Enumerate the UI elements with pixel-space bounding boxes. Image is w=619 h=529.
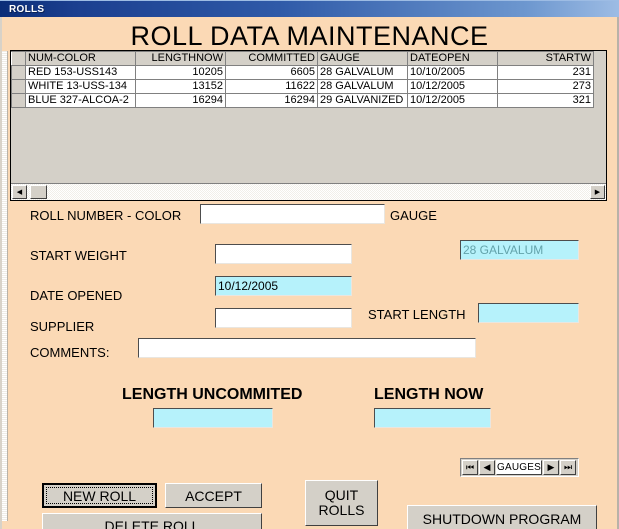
- table-row[interactable]: RED 153-USS143 10205 6605 28 GALVALUM 10…: [11, 65, 594, 80]
- nav-last-icon[interactable]: ⏭: [560, 460, 576, 475]
- scroll-right-arrow-icon[interactable]: ▶: [590, 185, 605, 199]
- start-weight-input[interactable]: [215, 244, 352, 264]
- roll-detail-form: ROLL NUMBER - COLOR GAUGE START WEIGHT D…: [10, 203, 607, 529]
- shutdown-program-button[interactable]: SHUTDOWN PROGRAM: [407, 505, 597, 529]
- new-roll-button[interactable]: NEW ROLL: [42, 483, 157, 508]
- row-selector[interactable]: [11, 93, 26, 108]
- cell-gauge[interactable]: 29 GALVANIZED: [317, 93, 408, 108]
- scrollbar-thumb[interactable]: [30, 185, 47, 199]
- window-titlebar[interactable]: ROLLS: [0, 0, 619, 17]
- cell-lengthnow[interactable]: 16294: [135, 93, 226, 108]
- quit-rolls-button[interactable]: QUIT ROLLS: [305, 480, 378, 526]
- new-roll-button-label: NEW ROLL: [62, 487, 137, 504]
- comments-label: COMMENTS:: [30, 345, 110, 360]
- gauge-display-field: [460, 240, 579, 260]
- cell-startweight[interactable]: 231: [497, 65, 594, 80]
- column-header-gauge[interactable]: GAUGE: [317, 51, 408, 66]
- row-selector-header: [11, 51, 26, 66]
- start-length-label: START LENGTH: [368, 307, 466, 322]
- supplier-label: SUPPLIER: [30, 319, 95, 334]
- page-title: ROLL DATA MAINTENANCE: [130, 21, 489, 51]
- comments-input[interactable]: [138, 338, 476, 358]
- accept-button-label: ACCEPT: [185, 487, 242, 504]
- cell-gauge[interactable]: 28 GALVALUM: [317, 65, 408, 80]
- row-selector[interactable]: [11, 65, 26, 80]
- column-header-dateopen[interactable]: DATEOPEN: [407, 51, 498, 66]
- cell-dateopen[interactable]: 10/12/2005: [407, 93, 498, 108]
- rolls-table: NUM-COLOR LENGTHNOW COMMITTED GAUGE DATE…: [11, 51, 594, 108]
- cell-dateopen[interactable]: 10/12/2005: [407, 79, 498, 94]
- accept-button[interactable]: ACCEPT: [165, 483, 262, 508]
- cell-committed[interactable]: 11622: [225, 79, 318, 94]
- nav-first-icon[interactable]: ⏮: [462, 460, 478, 475]
- cell-lengthnow[interactable]: 10205: [135, 65, 226, 80]
- grid-scroll-viewport: NUM-COLOR LENGTHNOW COMMITTED GAUGE DATE…: [11, 51, 606, 183]
- quit-rolls-button-label-line2: ROLLS: [318, 502, 365, 518]
- column-header-committed[interactable]: COMMITTED: [225, 51, 318, 66]
- cell-num-color[interactable]: RED 153-USS143: [25, 65, 136, 80]
- cell-startweight[interactable]: 273: [497, 79, 594, 94]
- cell-lengthnow[interactable]: 13152: [135, 79, 226, 94]
- window-title: ROLLS: [9, 3, 45, 15]
- nav-next-icon[interactable]: ▶: [543, 460, 559, 475]
- length-uncommited-label: LENGTH UNCOMMITED: [122, 386, 303, 403]
- outer-vertical-scrollbar[interactable]: [2, 51, 8, 521]
- delete-roll-button[interactable]: DELETE ROLL: [42, 513, 262, 529]
- grid-horizontal-scrollbar[interactable]: ◀ ▶: [11, 183, 606, 200]
- start-weight-label: START WEIGHT: [30, 248, 127, 263]
- column-header-lengthnow[interactable]: LENGTHNOW: [135, 51, 226, 66]
- cell-committed[interactable]: 6605: [225, 65, 318, 80]
- shutdown-program-button-label: SHUTDOWN PROGRAM: [422, 510, 582, 527]
- column-header-num-color[interactable]: NUM-COLOR: [25, 51, 136, 66]
- cell-gauge[interactable]: 28 GALVALUM: [317, 79, 408, 94]
- table-row[interactable]: WHITE 13-USS-134 13152 11622 28 GALVALUM…: [11, 79, 594, 94]
- gauges-navigator: ⏮ ◀ GAUGES ▶ ⏭: [460, 458, 579, 477]
- cell-num-color[interactable]: WHITE 13-USS-134: [25, 79, 136, 94]
- cell-num-color[interactable]: BLUE 327-ALCOA-2: [25, 93, 136, 108]
- cell-startweight[interactable]: 321: [497, 93, 594, 108]
- date-opened-label: DATE OPENED: [30, 288, 123, 303]
- gauge-label: GAUGE: [390, 208, 437, 223]
- nav-prev-icon[interactable]: ◀: [479, 460, 495, 475]
- nav-title: GAUGES: [496, 460, 542, 475]
- roll-number-color-label: ROLL NUMBER - COLOR: [30, 208, 182, 223]
- scroll-left-arrow-icon[interactable]: ◀: [12, 185, 27, 199]
- table-header-row: NUM-COLOR LENGTHNOW COMMITTED GAUGE DATE…: [11, 51, 594, 66]
- supplier-input[interactable]: [215, 308, 352, 328]
- cell-committed[interactable]: 16294: [225, 93, 318, 108]
- row-selector[interactable]: [11, 79, 26, 94]
- delete-roll-button-label: DELETE ROLL: [104, 517, 200, 529]
- column-header-startweight[interactable]: STARTW: [497, 51, 594, 66]
- length-uncommited-field: [153, 408, 273, 428]
- length-now-field: [374, 408, 491, 428]
- quit-rolls-button-label-line1: QUIT: [324, 487, 359, 503]
- rolls-data-grid-panel: NUM-COLOR LENGTHNOW COMMITTED GAUGE DATE…: [10, 50, 607, 201]
- client-area: ROLL DATA MAINTENANCE NUM-COLOR LENGTHNO…: [0, 17, 619, 529]
- rolls-application-window: ROLLS ROLL DATA MAINTENANCE NUM-COLOR LE…: [0, 0, 619, 529]
- length-now-label: LENGTH NOW: [374, 386, 484, 403]
- table-row[interactable]: BLUE 327-ALCOA-2 16294 16294 29 GALVANIZ…: [11, 93, 594, 108]
- start-length-input[interactable]: [478, 303, 579, 323]
- date-opened-input[interactable]: [215, 276, 352, 296]
- cell-dateopen[interactable]: 10/10/2005: [407, 65, 498, 80]
- roll-number-color-input[interactable]: [200, 204, 385, 224]
